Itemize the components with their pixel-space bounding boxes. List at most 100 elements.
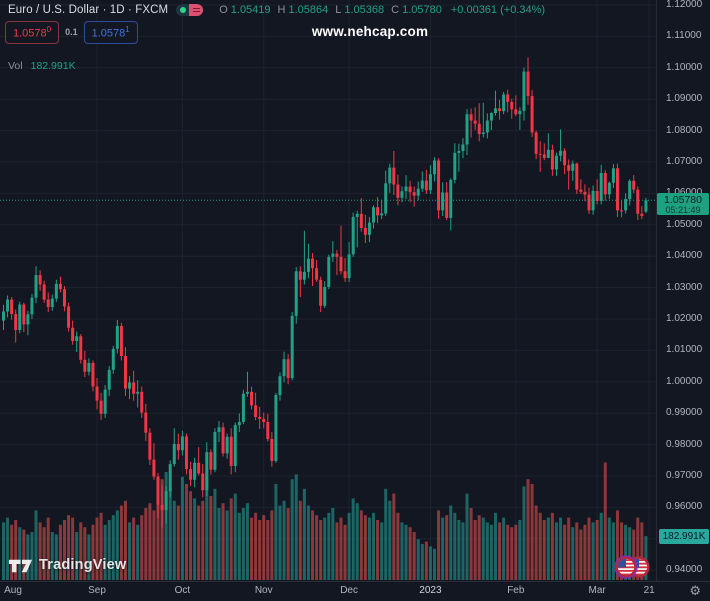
candle-body <box>38 275 42 285</box>
candle-body <box>632 180 636 190</box>
candle-body <box>518 110 522 115</box>
candle-body <box>453 152 457 180</box>
volume-bar <box>351 498 355 580</box>
candle-body <box>323 286 327 306</box>
time-axis-label: Sep <box>88 585 106 596</box>
market-status-toggle[interactable] <box>176 4 204 16</box>
candle-body <box>498 108 502 112</box>
candle-body <box>546 149 550 158</box>
volume-bar <box>241 508 245 580</box>
candle-body <box>461 144 465 152</box>
settings-gear-icon[interactable]: ⚙ <box>689 583 701 599</box>
candlestick-chart[interactable] <box>0 0 710 600</box>
candle-body <box>119 325 123 357</box>
volume-bar <box>591 522 595 580</box>
candle-body <box>132 382 136 394</box>
candle-body <box>67 306 71 328</box>
volume-bar <box>408 527 412 580</box>
time-axis-label: Oct <box>174 585 191 596</box>
candle-body <box>583 191 587 195</box>
volume-bar <box>343 524 347 580</box>
candle-body <box>79 336 83 360</box>
candle-body <box>575 163 579 190</box>
symbol-title[interactable]: Euro / U.S. Dollar · 1D · FXCM <box>8 4 168 16</box>
volume-axis-tag: 182.991K <box>659 528 709 544</box>
candle-wick <box>312 253 314 287</box>
candle-body <box>95 386 99 401</box>
buy-price-value: 1.0578 <box>91 27 126 40</box>
time-axis-label: Dec <box>340 585 359 596</box>
candle-wick <box>344 258 346 282</box>
candle-body <box>412 192 416 196</box>
time-axis[interactable]: ⚙ Aug Sep Oct Nov Dec 2023 Feb Mar 21 <box>0 581 710 601</box>
candle-body <box>615 168 619 211</box>
economic-event-flags[interactable] <box>606 554 654 580</box>
last-price-tag: 1.05780 05:21:49 <box>657 193 709 216</box>
price-tick-label: 0.97000 <box>666 470 703 481</box>
volume-bar <box>416 539 420 580</box>
candle-body <box>611 168 615 183</box>
buy-price-button[interactable]: 1.05781 <box>83 21 138 44</box>
volume-bar <box>282 500 286 580</box>
volume-bar <box>140 515 144 580</box>
tradingview-logo[interactable]: TradingView <box>8 557 126 573</box>
volume-bar <box>559 517 563 580</box>
candle-body <box>522 71 526 111</box>
close-label: C <box>391 4 400 16</box>
candle-body <box>87 362 91 372</box>
candle-body <box>75 336 79 341</box>
candle-body <box>58 283 62 290</box>
candle-body <box>91 362 95 387</box>
volume-bar <box>538 512 542 580</box>
candle-body <box>502 94 506 112</box>
candle-body <box>156 476 160 505</box>
volume-bar <box>152 510 156 580</box>
volume-label[interactable]: Vol <box>8 60 23 72</box>
volume-bar <box>168 488 172 580</box>
volume-bar <box>331 508 335 580</box>
sell-price-button[interactable]: 1.05780 <box>5 21 60 44</box>
candle-body <box>168 464 172 492</box>
candle-body <box>367 222 371 235</box>
ohlc-readout: O 1.05419 H 1.05864 L 1.05368 C 1.05780 +0.0… <box>219 4 545 16</box>
time-axis-label: 2023 <box>419 585 442 596</box>
candle-body <box>343 271 347 279</box>
price-tick-label: 1.00000 <box>666 375 703 387</box>
volume-bar <box>372 512 376 580</box>
candle-body <box>286 359 290 379</box>
candle-body <box>205 452 209 491</box>
candle-body <box>339 256 343 272</box>
open-value: 1.05419 <box>230 4 271 16</box>
candle-body <box>62 289 66 307</box>
candle-body <box>229 436 233 466</box>
volume-bar <box>567 517 571 580</box>
volume-indicator-legend: Vol 182.991K <box>8 60 76 72</box>
candle-body <box>14 313 18 330</box>
candle-body <box>526 71 530 97</box>
volume-bar <box>221 503 225 580</box>
candle-body <box>473 120 477 124</box>
chart-window: Euro / U.S. Dollar · 1D · FXCM O 1.05419 … <box>0 0 710 601</box>
volume-bar <box>319 520 323 580</box>
candle-body <box>221 427 225 454</box>
volume-bar <box>449 505 453 580</box>
candle-body <box>115 325 119 349</box>
candle-body <box>213 432 217 470</box>
candle-body <box>71 327 75 341</box>
price-tick-label: 1.08000 <box>666 124 703 136</box>
candle-body <box>359 213 363 228</box>
candle-body <box>485 120 489 133</box>
volume-bar <box>579 529 583 580</box>
candle-body <box>347 254 351 279</box>
volume-bar <box>2 522 5 580</box>
candle-body <box>193 462 197 480</box>
bid-ask-row: 1.05780 0.1 1.05781 <box>5 21 138 44</box>
candle-body <box>550 149 554 170</box>
candle-wick <box>137 380 139 408</box>
price-axis[interactable]: 1.12000 1.11000 1.10000 1.09000 1.08000 1.070… <box>657 0 710 581</box>
volume-bar <box>172 500 176 580</box>
candle-body <box>404 186 408 192</box>
candle-body <box>327 256 331 287</box>
candle-body <box>534 132 538 154</box>
candle-body <box>34 275 38 298</box>
